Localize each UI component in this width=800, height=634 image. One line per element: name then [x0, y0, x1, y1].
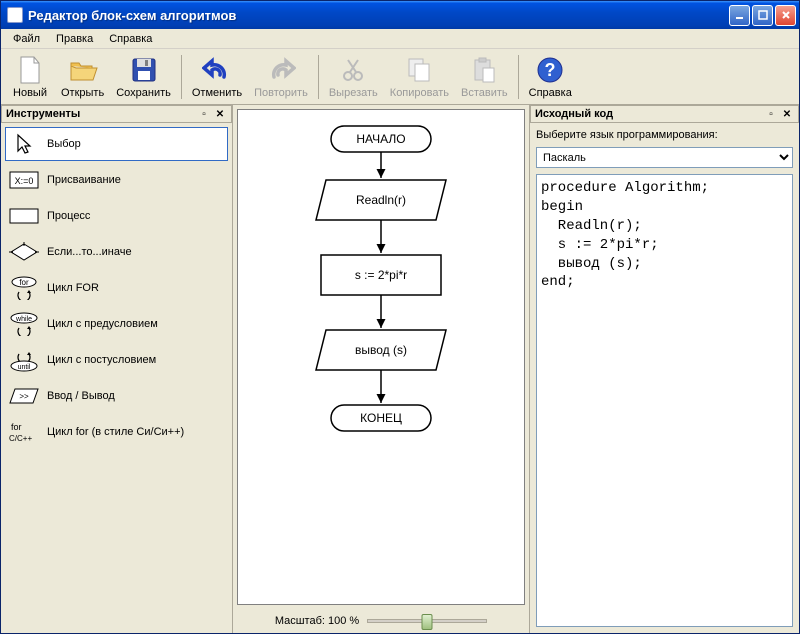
- tool-select[interactable]: Выбор: [5, 127, 228, 161]
- tool-until[interactable]: until Цикл с постусловием: [5, 343, 228, 377]
- svg-text:until: until: [18, 364, 31, 371]
- tool-io[interactable]: >> Ввод / Вывод: [5, 379, 228, 413]
- source-panel: Исходный код ▫ ✕ Выберите язык программи…: [529, 105, 799, 633]
- redo-icon: [265, 54, 297, 86]
- undo-button[interactable]: Отменить: [186, 52, 248, 101]
- tools-panel: Инструменты ▫ ✕ Выбор X:=0 Присваивание …: [1, 105, 233, 633]
- paste-button[interactable]: Вставить: [455, 52, 514, 101]
- until-icon: until: [9, 349, 39, 371]
- menu-help[interactable]: Справка: [101, 31, 160, 47]
- svg-text:КОНЕЦ: КОНЕЦ: [360, 411, 402, 425]
- panel-pin-icon[interactable]: ▫: [764, 107, 778, 121]
- maximize-button[interactable]: [752, 5, 773, 26]
- svg-text:Readln(r): Readln(r): [356, 193, 406, 207]
- toolbar-separator: [181, 55, 182, 99]
- tool-process[interactable]: Процесс: [5, 199, 228, 233]
- tool-while[interactable]: while Цикл с предусловием: [5, 307, 228, 341]
- app-icon: [7, 7, 23, 23]
- open-button[interactable]: Открыть: [55, 52, 110, 101]
- save-disk-icon: [128, 54, 160, 86]
- io-icon: >>: [9, 385, 39, 407]
- tools-panel-header: Инструменты ▫ ✕: [1, 105, 232, 123]
- source-panel-header: Исходный код ▫ ✕: [530, 105, 799, 123]
- open-folder-icon: [67, 54, 99, 86]
- zoom-thumb[interactable]: [422, 614, 433, 630]
- zoom-slider[interactable]: [367, 619, 487, 623]
- window-title: Редактор блок-схем алгоритмов: [28, 8, 729, 23]
- flowchart-canvas[interactable]: НАЧАЛО Readln(r) s := 2*pi*r вывод (s): [237, 109, 525, 605]
- menu-edit[interactable]: Правка: [48, 31, 101, 47]
- svg-text:вывод (s): вывод (s): [355, 343, 407, 357]
- svg-text:НАЧАЛО: НАЧАЛО: [356, 132, 405, 146]
- undo-icon: [201, 54, 233, 86]
- paste-icon: [468, 54, 500, 86]
- redo-button[interactable]: Повторить: [248, 52, 314, 101]
- close-button[interactable]: [775, 5, 796, 26]
- svg-text:>>: >>: [19, 392, 29, 401]
- toolbar-separator: [318, 55, 319, 99]
- svg-text:for: for: [11, 422, 22, 432]
- app-window: Редактор блок-схем алгоритмов Файл Правк…: [0, 0, 800, 634]
- titlebar: Редактор блок-схем алгоритмов: [1, 1, 799, 29]
- while-icon: while: [9, 313, 39, 335]
- tool-cfor[interactable]: forC/C++ Цикл for (в стиле Си/Си++): [5, 415, 228, 449]
- svg-text:while: while: [15, 316, 32, 323]
- assign-icon: X:=0: [9, 169, 39, 191]
- panel-close-icon[interactable]: ✕: [213, 107, 227, 121]
- flowchart-svg: НАЧАЛО Readln(r) s := 2*pi*r вывод (s): [281, 118, 481, 578]
- for-icon: for: [9, 277, 39, 299]
- canvas-panel: НАЧАЛО Readln(r) s := 2*pi*r вывод (s): [233, 105, 529, 633]
- lang-label: Выберите язык программирования:: [536, 129, 793, 141]
- svg-text:X:=0: X:=0: [15, 176, 34, 186]
- cfor-icon: for C/C++: [9, 421, 39, 443]
- toolbar: Новый Открыть Сохранить Отменить Повтори…: [1, 49, 799, 105]
- svg-text:C/C++: C/C++: [9, 434, 32, 443]
- copy-icon: [403, 54, 435, 86]
- tool-list: Выбор X:=0 Присваивание Процесс Если...т…: [1, 123, 232, 633]
- menu-file[interactable]: Файл: [5, 31, 48, 47]
- new-file-icon: [14, 54, 46, 86]
- help-button[interactable]: ? Справка: [523, 52, 578, 101]
- zoom-label: Масштаб: 100 %: [275, 615, 359, 627]
- new-button[interactable]: Новый: [5, 52, 55, 101]
- tool-assign[interactable]: X:=0 Присваивание: [5, 163, 228, 197]
- copy-button[interactable]: Копировать: [384, 52, 455, 101]
- cursor-icon: [9, 133, 39, 155]
- lang-select[interactable]: Паскаль: [536, 147, 793, 168]
- menubar: Файл Правка Справка: [1, 29, 799, 49]
- tool-ifelse[interactable]: Если...то...иначе: [5, 235, 228, 269]
- diamond-icon: [9, 241, 39, 263]
- scissors-icon: [337, 54, 369, 86]
- help-icon: ?: [534, 54, 566, 86]
- toolbar-separator: [518, 55, 519, 99]
- tool-for[interactable]: for Цикл FOR: [5, 271, 228, 305]
- panel-close-icon[interactable]: ✕: [780, 107, 794, 121]
- svg-text:?: ?: [545, 60, 556, 80]
- cut-button[interactable]: Вырезать: [323, 52, 384, 101]
- process-icon: [9, 205, 39, 227]
- svg-text:s := 2*pi*r: s := 2*pi*r: [355, 268, 407, 282]
- zoom-bar: Масштаб: 100 %: [233, 609, 529, 633]
- svg-text:for: for: [19, 278, 29, 287]
- save-button[interactable]: Сохранить: [110, 52, 177, 101]
- panel-pin-icon[interactable]: ▫: [197, 107, 211, 121]
- code-output[interactable]: procedure Algorithm; begin Readln(r); s …: [536, 174, 793, 627]
- minimize-button[interactable]: [729, 5, 750, 26]
